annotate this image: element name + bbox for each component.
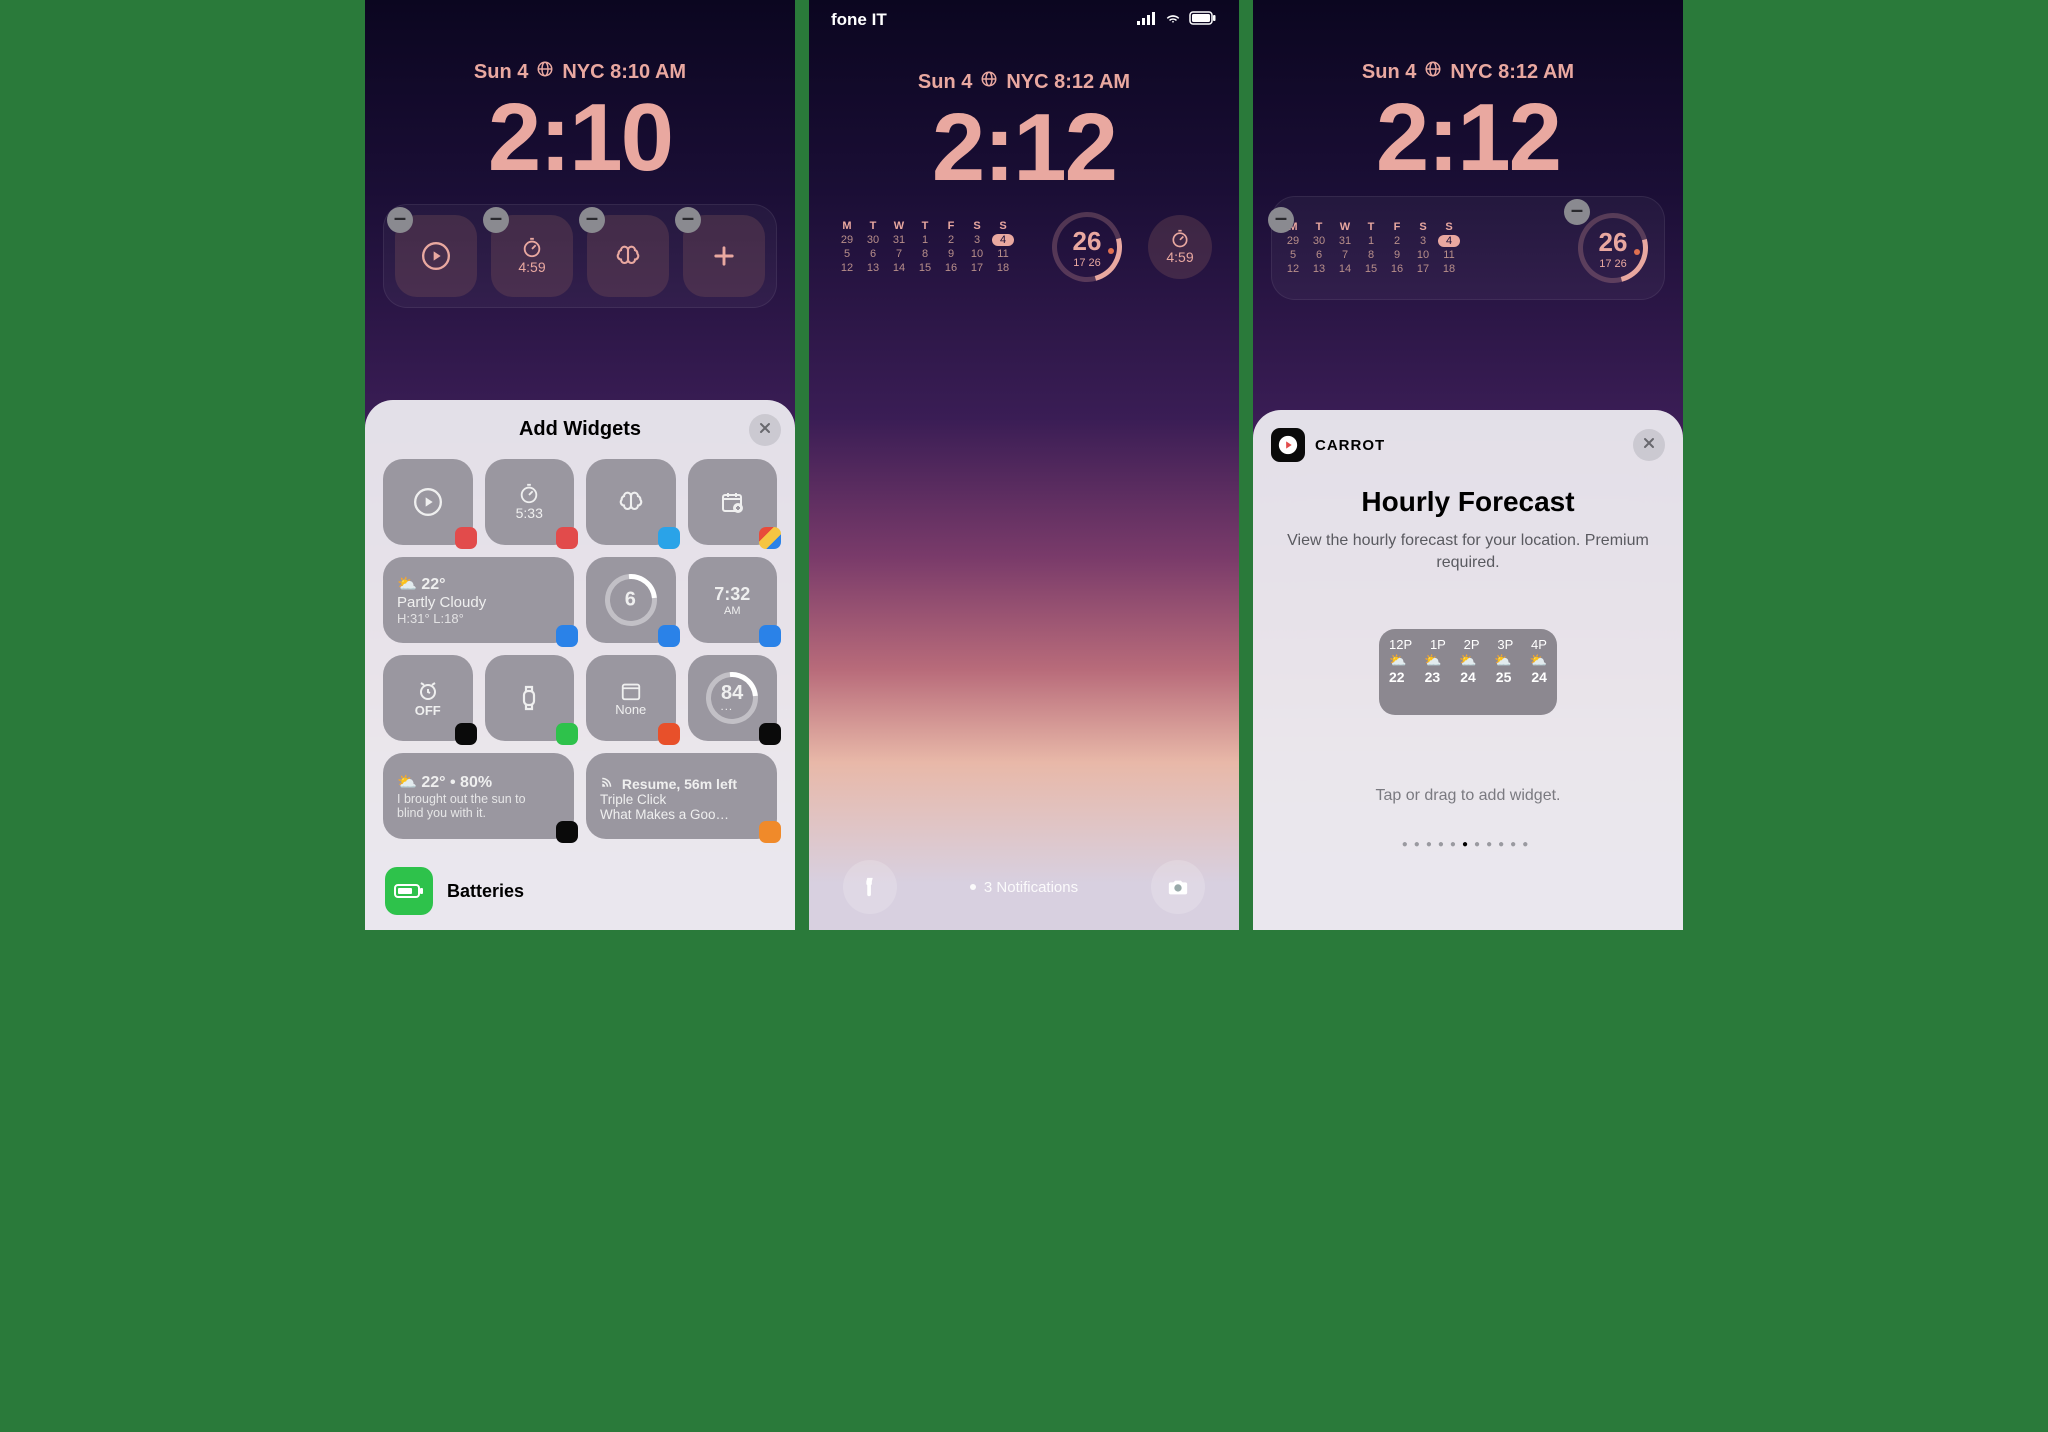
date-day: Sun 4 <box>1362 61 1416 84</box>
calendar-widget[interactable]: MTWTFSS293031123456789101112131415161718 <box>836 220 1014 274</box>
lockscreen-header: Sun 4 NYC 8:10 AM 2:10 <box>365 0 795 186</box>
battery-icon <box>385 867 433 915</box>
remove-widget-button[interactable]: – <box>675 207 701 233</box>
status-icons <box>1137 10 1217 30</box>
widget-slot[interactable]: –4:59 <box>491 215 573 297</box>
lockscreen-date: Sun 4 NYC 8:12 AM <box>918 70 1130 94</box>
widget-row: MTWTFSS293031123456789101112131415161718… <box>827 206 1221 288</box>
calendar-widget[interactable]: – MTWTFSS2930311234567891011121314151617… <box>1282 221 1460 275</box>
notification-summary[interactable]: 3 Notifications <box>970 879 1078 896</box>
date-city: NYC 8:10 AM <box>562 61 686 84</box>
widget-tile[interactable]: 6 <box>586 557 676 643</box>
app-name: Batteries <box>447 881 524 902</box>
flashlight-button[interactable] <box>843 860 897 914</box>
battery-icon <box>1189 10 1217 30</box>
widget-hint: Tap or drag to add widget. <box>1253 787 1683 805</box>
date-day: Sun 4 <box>918 71 972 94</box>
widget-tile[interactable] <box>586 459 676 545</box>
lockscreen-header: Sun 4 NYC 8:12 AM 2:12 <box>809 34 1239 196</box>
globe-icon <box>1424 60 1442 84</box>
widget-gallery: 5:33 ⛅ 22°Partly CloudyH:31° L:18°67:32AM… <box>365 451 795 857</box>
date-city: NYC 8:12 AM <box>1006 71 1130 94</box>
add-widgets-sheet: Add Widgets 5:33 ⛅ 22°Partly CloudyH:31° … <box>365 400 795 930</box>
widget-slot[interactable]: – <box>587 215 669 297</box>
remove-widget-button[interactable]: – <box>1564 199 1590 225</box>
widget-title: Hourly Forecast <box>1253 486 1683 518</box>
widget-tile[interactable]: None <box>586 655 676 741</box>
sheet-title: Add Widgets <box>519 418 641 441</box>
ring-widget[interactable]: 26 17 26 <box>1046 206 1128 288</box>
widget-tile[interactable]: OFF <box>383 655 473 741</box>
remove-widget-button[interactable]: – <box>483 207 509 233</box>
lockscreen-date: Sun 4 NYC 8:10 AM <box>474 60 686 84</box>
globe-icon <box>980 70 998 94</box>
date-city: NYC 8:12 AM <box>1450 61 1574 84</box>
widget-tile[interactable]: 5:33 <box>485 459 575 545</box>
widget-tile[interactable] <box>688 459 778 545</box>
lockscreen-header: Sun 4 NYC 8:12 AM 2:12 <box>1253 0 1683 186</box>
timer-value: 4:59 <box>1166 249 1193 265</box>
carrier-label: fone IT <box>831 10 887 30</box>
remove-widget-button[interactable]: – <box>1268 207 1294 233</box>
widget-description: View the hourly forecast for your locati… <box>1281 530 1655 573</box>
phone-screenshot-2: fone IT Sun 4 NYC 8:12 AM 2:12 MTWTFSS29… <box>809 0 1239 930</box>
app-row-batteries[interactable]: Batteries <box>365 857 795 930</box>
remove-widget-button[interactable]: – <box>387 207 413 233</box>
globe-icon <box>536 60 554 84</box>
widget-tile[interactable] <box>383 459 473 545</box>
lockscreen-clock: 2:12 <box>1253 90 1683 186</box>
widget-tile[interactable]: ⛅ 22°Partly CloudyH:31° L:18° <box>383 557 574 643</box>
page-indicator[interactable]: ●●●●●●●●●●● <box>1253 839 1683 850</box>
widget-slot-row: ––4:59–– <box>383 204 777 308</box>
remove-widget-button[interactable]: – <box>579 207 605 233</box>
ring-widget[interactable]: – 26 17 26 <box>1572 207 1654 289</box>
phone-screenshot-3: Sun 4 NYC 8:12 AM 2:12 – MTWTFSS29303112… <box>1253 0 1683 930</box>
timer-widget[interactable]: 4:59 <box>1148 215 1212 279</box>
widget-tile[interactable]: ⛅ 22° • 80%I brought out the sun toblind… <box>383 753 574 839</box>
widget-detail-sheet: CARROT Hourly Forecast View the hourly f… <box>1253 410 1683 930</box>
carrot-app-icon <box>1271 428 1305 462</box>
widget-tile[interactable]: 7:32AM <box>688 557 778 643</box>
widget-slot[interactable]: – <box>683 215 765 297</box>
close-button[interactable] <box>749 414 781 446</box>
cellular-icon <box>1137 10 1157 30</box>
app-name: CARROT <box>1315 437 1385 454</box>
widget-tile[interactable]: Resume, 56m leftTriple ClickWhat Makes a… <box>586 753 777 839</box>
lockscreen-date: Sun 4 NYC 8:12 AM <box>1362 60 1574 84</box>
slot-label: 4:59 <box>518 259 545 275</box>
date-day: Sun 4 <box>474 61 528 84</box>
lockscreen-clock: 2:10 <box>365 90 795 186</box>
phone-screenshot-1: Sun 4 NYC 8:10 AM 2:10 ––4:59–– Add Widg… <box>365 0 795 930</box>
widget-tile[interactable] <box>485 655 575 741</box>
camera-button[interactable] <box>1151 860 1205 914</box>
widget-preview[interactable]: 12P1P2P3P4P ⛅⛅⛅⛅⛅ 2223242524 <box>1379 629 1557 715</box>
notification-count: 3 Notifications <box>984 879 1078 896</box>
lockscreen-clock: 2:12 <box>809 100 1239 196</box>
close-button[interactable] <box>1633 429 1665 461</box>
status-bar: fone IT <box>809 0 1239 34</box>
widget-slot[interactable]: – <box>395 215 477 297</box>
widget-row-editing: – MTWTFSS2930311234567891011121314151617… <box>1271 196 1665 300</box>
widget-tile[interactable]: 84∙∙∙ <box>688 655 778 741</box>
wifi-icon <box>1163 10 1183 30</box>
bottom-controls: 3 Notifications <box>809 860 1239 914</box>
sheet-header: CARROT <box>1253 410 1683 480</box>
sheet-header: Add Widgets <box>365 400 795 451</box>
